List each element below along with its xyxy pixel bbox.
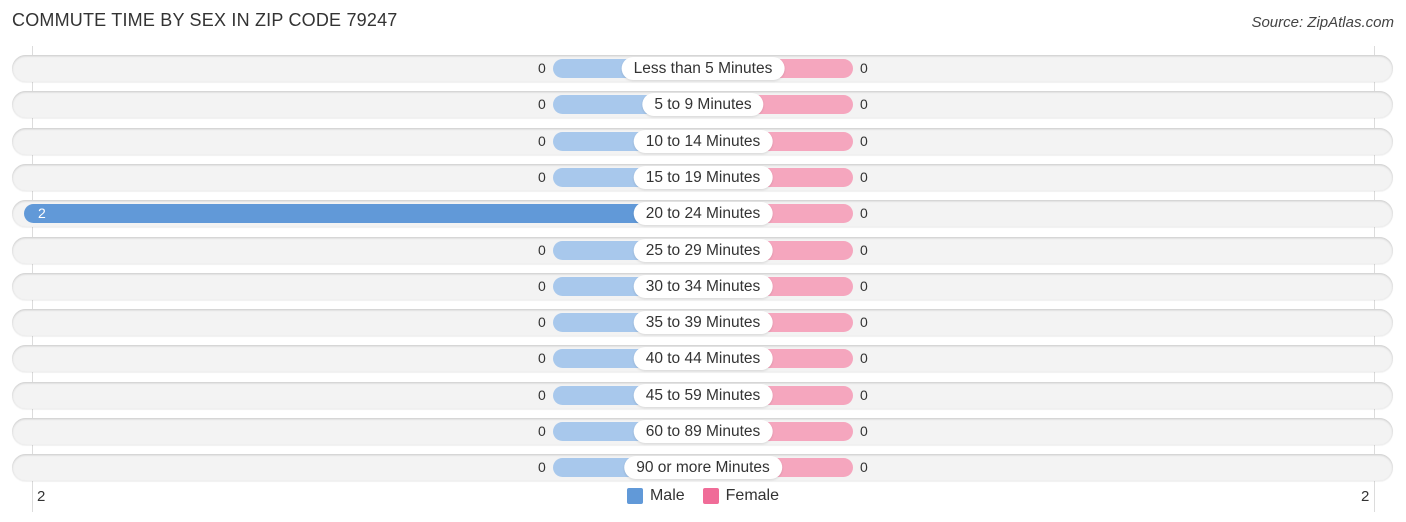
category-label: 5 to 9 Minutes [642,93,764,116]
value-label-male: 0 [538,96,546,112]
value-label-male: 0 [538,459,546,475]
value-label-female: 0 [860,242,868,258]
value-label-female: 0 [860,169,868,185]
category-label: 20 to 24 Minutes [633,202,773,225]
value-label-male: 0 [538,242,546,258]
value-label-male: 0 [538,423,546,439]
category-label: 35 to 39 Minutes [633,311,773,334]
legend-swatch-female [702,488,719,504]
chart-title: COMMUTE TIME BY SEX IN ZIP CODE 79247 [12,10,398,30]
value-label-male: 0 [538,278,546,294]
value-label-male: 0 [538,169,546,185]
category-label: 45 to 59 Minutes [633,384,773,407]
value-label-female: 0 [860,60,868,76]
value-label-male: 0 [538,314,546,330]
legend-label-male: Male [649,487,685,504]
value-label-male: 0 [538,350,546,366]
legend-swatch-male [626,488,643,504]
legend-item-female[interactable]: Female [702,487,780,505]
value-label-female: 0 [860,350,868,366]
value-label-male: 0 [538,387,546,403]
value-label-female: 0 [860,205,868,221]
category-label: 25 to 29 Minutes [633,239,773,262]
value-label-female: 0 [860,459,868,475]
value-label-female: 0 [860,423,868,439]
value-label-female: 0 [860,278,868,294]
category-label: 30 to 34 Minutes [633,275,773,298]
category-label: 40 to 44 Minutes [633,347,773,370]
value-label-female: 0 [860,314,868,330]
legend-label-female: Female [725,487,780,504]
value-label-female: 0 [860,387,868,403]
value-label-male: 0 [538,133,546,149]
value-label-male: 2 [38,205,46,221]
value-label-female: 0 [860,133,868,149]
source-credit: Source: ZipAtlas.com [1251,14,1394,31]
category-label: 10 to 14 Minutes [633,130,773,153]
legend: Male Female [0,487,1406,505]
value-label-female: 0 [860,96,868,112]
category-label: Less than 5 Minutes [621,57,785,80]
category-label: 90 or more Minutes [624,456,782,479]
category-label: 15 to 19 Minutes [633,166,773,189]
value-label-male: 0 [538,60,546,76]
bar-male[interactable] [24,204,703,223]
legend-item-male[interactable]: Male [626,487,685,505]
category-label: 60 to 89 Minutes [633,420,773,443]
